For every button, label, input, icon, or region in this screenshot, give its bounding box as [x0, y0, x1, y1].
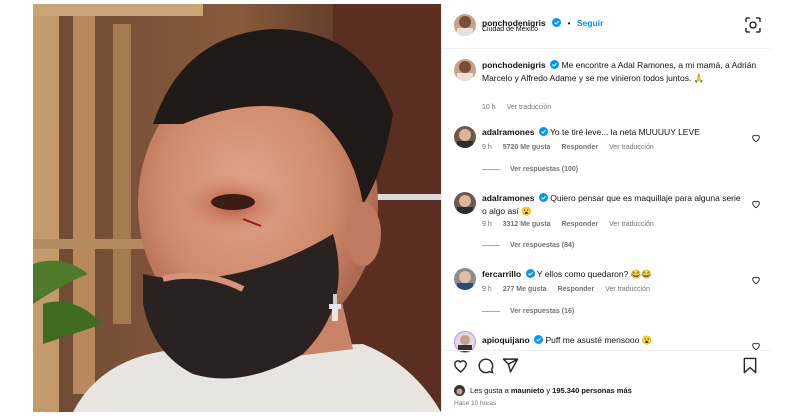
follow-button[interactable]: Seguir: [577, 18, 603, 28]
post-photo-image: [33, 4, 441, 412]
comment-translate-link[interactable]: Ver traducción: [609, 144, 654, 151]
avatar-image: [457, 195, 473, 214]
verified-badge-icon: [538, 193, 548, 205]
liker-avatar[interactable]: [454, 385, 465, 396]
comment-meta: 9 h 277 Me gusta Responder Ver traducció…: [482, 286, 659, 293]
view-replies-label[interactable]: Ver respuestas (84): [510, 242, 574, 249]
caption-emoji: 🙏: [693, 73, 705, 83]
likes-count[interactable]: 195.340 personas más: [552, 386, 632, 395]
likes-summary: Les gusta a maunieto y 195.340 personas …: [470, 386, 632, 395]
instagram-post-window: ponchodenigris • Seguir Ciudad de México…: [33, 4, 770, 412]
comment-translate-link[interactable]: Ver traducción: [605, 286, 650, 293]
comment-time: 9 h: [482, 144, 492, 151]
caption-username[interactable]: ponchodenigris: [482, 60, 546, 70]
comment-time: 9 h: [482, 286, 492, 293]
comment-avatar[interactable]: [454, 192, 476, 214]
comment-like-heart-icon[interactable]: [751, 272, 761, 290]
avatar-image: [458, 335, 472, 352]
verified-badge-icon: [534, 335, 544, 347]
comment-translate-link[interactable]: Ver traducción: [609, 221, 654, 228]
comment-like-heart-icon[interactable]: [751, 196, 761, 214]
caption-avatar[interactable]: [454, 59, 476, 81]
comment-body: fercarrillo Y ellos como quedaron? 😂😂: [482, 268, 747, 281]
comment-body: adalramones Quiero pensar que es maquill…: [482, 192, 747, 217]
view-replies-label[interactable]: Ver respuestas (16): [510, 308, 574, 315]
posted-time: Hace 10 horas: [454, 400, 497, 407]
view-replies-link[interactable]: Ver respuestas (100): [482, 166, 578, 173]
comment-reply-link[interactable]: Responder: [558, 286, 595, 293]
comment-likes[interactable]: 5720 Me gusta: [503, 144, 551, 151]
comment-like-heart-icon[interactable]: [751, 130, 761, 148]
comment-text: Y ellos como quedaron? 😂😂: [536, 269, 652, 279]
comment-text: Puff me asusté mensooo 😮: [545, 335, 653, 345]
avatar-image: [457, 129, 473, 148]
view-replies-link[interactable]: Ver respuestas (16): [482, 308, 574, 315]
likes-user[interactable]: maunieto: [511, 386, 544, 395]
comment-avatar[interactable]: [454, 126, 476, 148]
comment-icon[interactable]: [477, 357, 494, 379]
avatar-image: [456, 388, 463, 395]
post-actions-bar: [442, 350, 770, 381]
share-icon[interactable]: [502, 357, 519, 379]
caption-translate-link[interactable]: Ver traducción: [507, 104, 552, 111]
comment-body: apioquijano Puff me asusté mensooo 😮: [482, 334, 747, 347]
comment-likes[interactable]: 277 Me gusta: [503, 286, 547, 293]
verified-badge-icon: [525, 269, 535, 281]
avatar-image: [457, 61, 473, 81]
comment-text: Yo te tiré leve... la neta MUUUUY LEVE: [550, 127, 700, 137]
caption-meta: 10 h Ver traducción: [482, 104, 560, 111]
separator-dot: •: [567, 19, 571, 28]
view-replies-link[interactable]: Ver respuestas (84): [482, 242, 574, 249]
post-location[interactable]: Ciudad de México: [482, 26, 538, 33]
comment-time: 9 h: [482, 221, 492, 228]
comment-username[interactable]: apioquijano: [482, 335, 530, 345]
replies-divider: [482, 245, 500, 246]
likes-middle: y: [546, 386, 551, 395]
post-header: ponchodenigris • Seguir Ciudad de México: [442, 4, 770, 49]
comment-meta: 9 h 3312 Me gusta Responder Ver traducci…: [482, 221, 663, 228]
post-caption: ponchodenigris Me encontre a Adal Ramone…: [482, 59, 762, 84]
post-photo: [33, 4, 441, 412]
verified-badge-icon: [550, 60, 560, 72]
replies-divider: [482, 169, 500, 170]
comment-meta: 9 h 5720 Me gusta Responder Ver traducci…: [482, 144, 663, 151]
comment-avatar[interactable]: [454, 268, 476, 290]
qr-scan-icon[interactable]: [744, 16, 762, 34]
comment-likes[interactable]: 3312 Me gusta: [503, 221, 551, 228]
heart-icon[interactable]: [452, 357, 469, 379]
comment-reply-link[interactable]: Responder: [562, 221, 599, 228]
bookmark-icon[interactable]: [742, 357, 758, 379]
comment-body: adalramones Yo te tiré leve... la neta M…: [482, 126, 747, 139]
likes-prefix: Les gusta a: [470, 386, 509, 395]
avatar-image: [457, 16, 473, 36]
comment-username[interactable]: adalramones: [482, 127, 534, 137]
view-replies-label[interactable]: Ver respuestas (100): [510, 166, 578, 173]
comment-username[interactable]: fercarrillo: [482, 269, 521, 279]
verified-badge-icon: [538, 127, 548, 139]
avatar[interactable]: [454, 14, 476, 36]
replies-divider: [482, 311, 500, 312]
verified-badge-icon: [552, 14, 562, 32]
caption-time: 10 h: [482, 104, 496, 111]
comment-reply-link[interactable]: Responder: [562, 144, 599, 151]
comment-username[interactable]: adalramones: [482, 193, 534, 203]
post-side-panel: ponchodenigris • Seguir Ciudad de México…: [441, 4, 770, 412]
avatar-image: [457, 271, 473, 290]
